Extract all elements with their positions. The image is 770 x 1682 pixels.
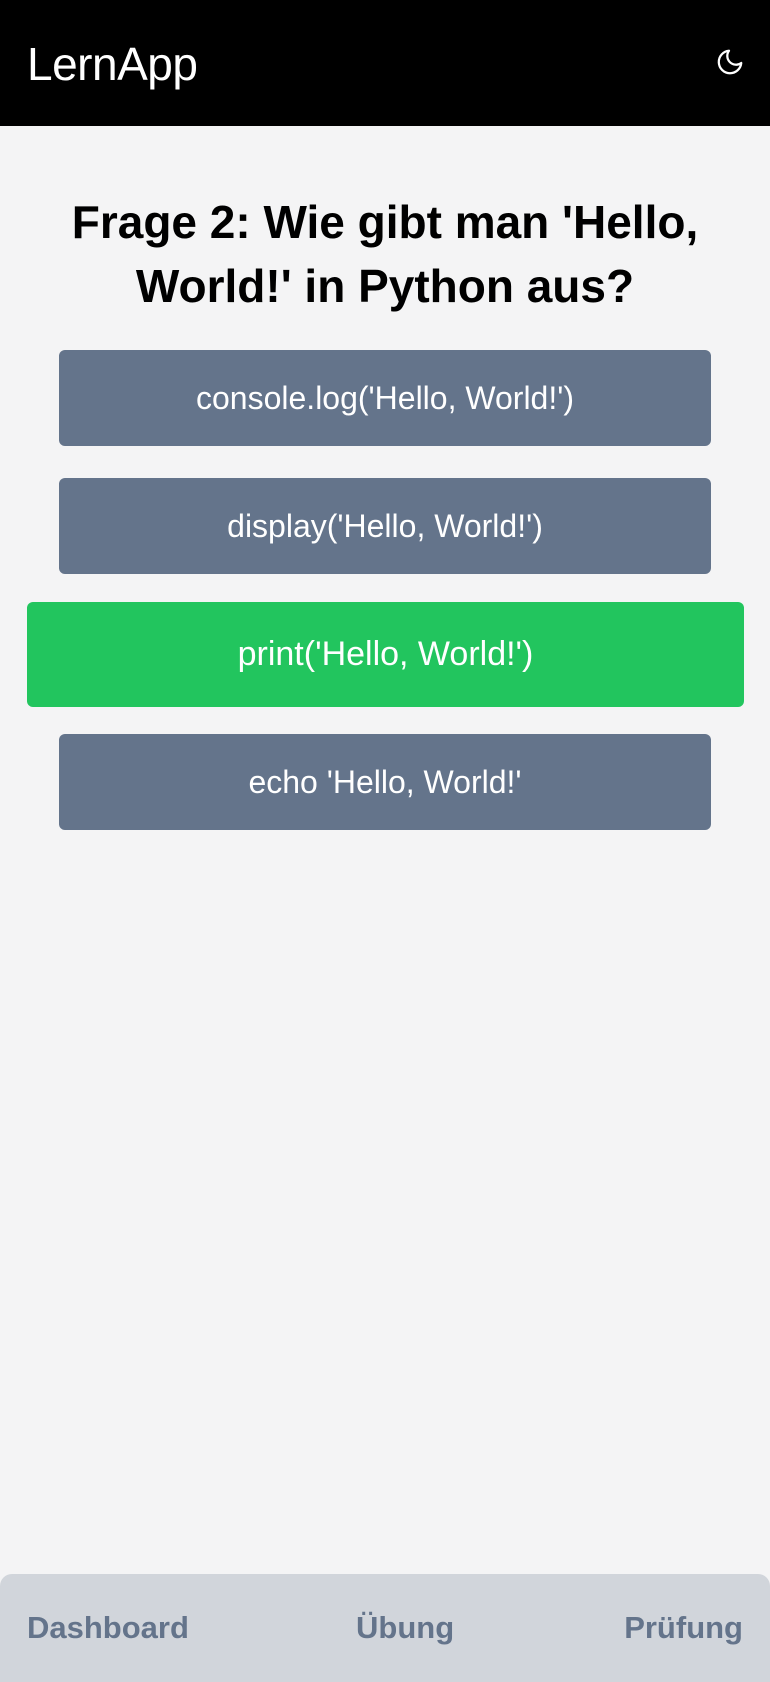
nav-item-dashboard[interactable]: Dashboard: [27, 1574, 189, 1682]
answer-option-button[interactable]: echo 'Hello, World!': [59, 734, 711, 830]
nav-item-pruefung[interactable]: Prüfung: [624, 1574, 743, 1682]
app-header: LernApp: [0, 0, 770, 126]
moon-icon: [717, 49, 743, 75]
theme-toggle-button[interactable]: [708, 40, 752, 84]
nav-item-uebung[interactable]: Übung: [356, 1574, 454, 1682]
answer-option-button[interactable]: display('Hello, World!'): [59, 478, 711, 574]
answer-option-button[interactable]: console.log('Hello, World!'): [59, 350, 711, 446]
answer-option-correct-button[interactable]: print('Hello, World!'): [27, 602, 744, 707]
bottom-navigation: Dashboard Übung Prüfung: [0, 1574, 770, 1682]
question-title: Frage 2: Wie gibt man 'Hello, World!' in…: [71, 196, 699, 312]
app-title: LernApp: [27, 38, 198, 90]
